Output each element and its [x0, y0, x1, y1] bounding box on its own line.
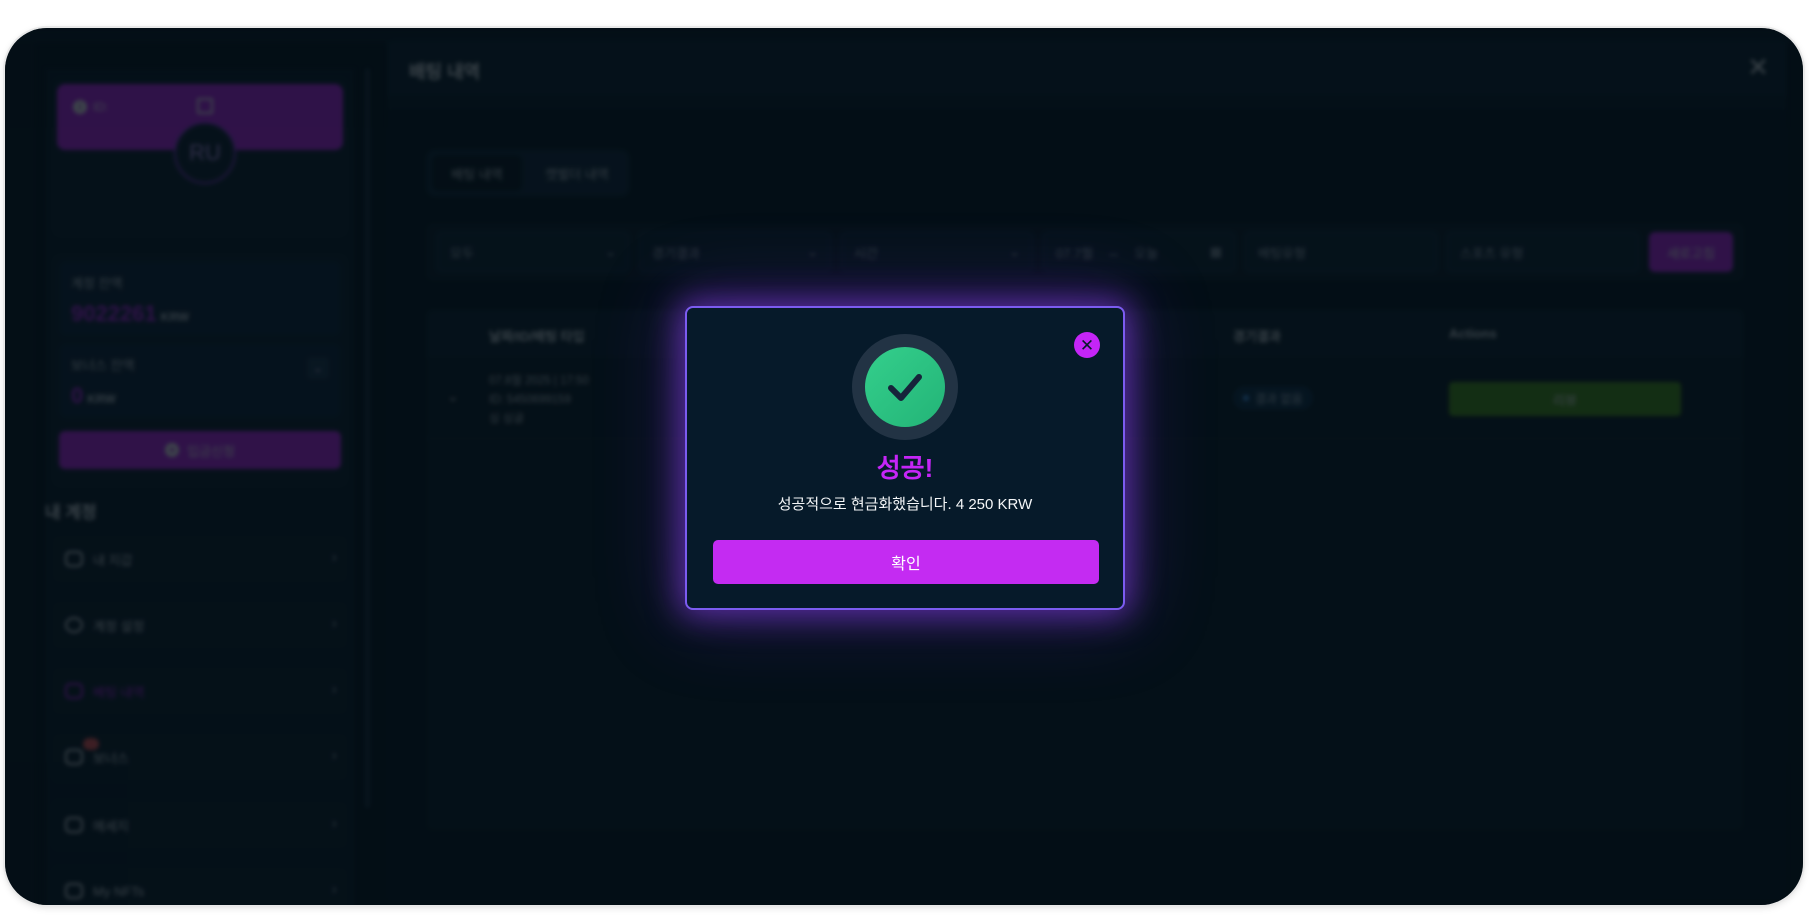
close-icon[interactable]: ✕ — [1074, 332, 1100, 358]
success-dialog: ✕ 성공! 성공적으로 현금화했습니다. 4 250 KRW 확인 — [685, 306, 1125, 610]
check-icon — [865, 347, 945, 427]
dialog-title: 성공! — [876, 453, 934, 483]
confirm-button[interactable]: 확인 — [713, 540, 1099, 584]
dialog-message: 성공적으로 현금화했습니다. 4 250 KRW — [777, 496, 1033, 513]
success-icon-ring — [852, 334, 958, 440]
